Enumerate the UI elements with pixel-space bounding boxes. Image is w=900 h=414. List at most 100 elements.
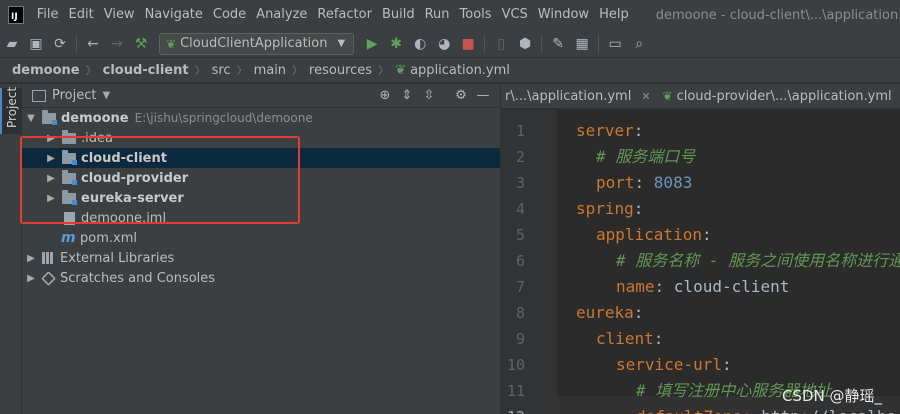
editor-tab-provider-yml[interactable]: ❦ cloud-provider\...\application.yml ✕ xyxy=(659,84,900,108)
toolbar-separator xyxy=(541,34,543,53)
tree-node-eureka-server[interactable]: ▶ eureka-server xyxy=(22,188,500,208)
sync-icon[interactable]: ⟳ xyxy=(49,33,71,55)
chevron-down-icon[interactable]: ▼ xyxy=(102,90,110,101)
tree-node-label: demoone xyxy=(61,110,129,126)
device-icon[interactable]: ▯ xyxy=(490,33,512,55)
stop-icon[interactable]: ■ xyxy=(457,33,479,55)
yaml-separator: : xyxy=(633,303,644,322)
project-structure-icon[interactable]: ▦ xyxy=(571,33,593,55)
tree-node-label: eureka-server xyxy=(81,190,184,206)
yaml-key: service-url xyxy=(616,355,722,374)
tree-node-cloud-client[interactable]: ▶ cloud-client xyxy=(22,148,500,168)
chevron-down-icon[interactable]: ▼ xyxy=(24,113,38,124)
intellij-logo-icon[interactable]: IJ xyxy=(8,6,24,24)
yaml-separator: : xyxy=(633,199,644,218)
save-icon[interactable]: ▣ xyxy=(25,33,47,55)
chevron-right-icon: 〉 xyxy=(292,64,304,77)
line-number: 12 xyxy=(501,408,525,414)
back-arrow-icon[interactable]: ← xyxy=(82,33,104,55)
menu-run[interactable]: Run xyxy=(420,0,455,30)
editor-tab-client-yml[interactable]: r\...\application.yml ✕ xyxy=(501,84,659,108)
terminal-icon[interactable]: ▭ xyxy=(604,33,626,55)
tab-label: cloud-provider\...\application.yml xyxy=(676,88,892,104)
yaml-value: cloud-client xyxy=(673,277,790,296)
tree-node-demoone-iml[interactable]: demoone.iml xyxy=(22,208,500,228)
yaml-separator: : xyxy=(634,173,654,192)
chevron-right-icon[interactable]: ▶ xyxy=(24,273,38,284)
yaml-value: 8083 xyxy=(653,173,693,192)
line-number: 5 xyxy=(515,226,525,244)
chevron-right-icon[interactable]: ▶ xyxy=(44,173,58,184)
locate-file-icon[interactable]: ⊕ xyxy=(374,88,396,103)
window-title: demoone - cloud-client\...\application.y… xyxy=(655,7,900,23)
tree-node-idea[interactable]: ▶ .idea xyxy=(22,128,500,148)
line-number: 10 xyxy=(506,356,525,374)
menu-build[interactable]: Build xyxy=(377,0,420,30)
profile-icon[interactable]: ◕ xyxy=(433,33,455,55)
code-area[interactable]: server: # 服务端口号 port: 8083 spring: applicati… xyxy=(557,110,900,414)
tree-node-pom-xml[interactable]: m pom.xml xyxy=(22,228,500,248)
sdk-manager-icon[interactable]: ⬢ xyxy=(514,33,536,55)
tree-node-external-libraries[interactable]: ▶ External Libraries xyxy=(22,248,500,268)
iml-file-icon xyxy=(64,211,75,225)
left-tool-strip: Project xyxy=(0,84,22,414)
toolbar-separator xyxy=(484,34,486,53)
search-icon[interactable]: ⌕ xyxy=(628,33,650,55)
yaml-comment: # 服务端口号 xyxy=(596,147,696,166)
menu-tools[interactable]: Tools xyxy=(455,0,497,30)
tree-node-scratches[interactable]: ▶ Scratches and Consoles xyxy=(22,268,500,288)
breadcrumb-resources[interactable]: resources xyxy=(309,63,372,78)
run-configuration-select[interactable]: ❦ CloudClientApplication ▼ xyxy=(159,32,355,55)
collapse-all-icon[interactable]: ⇳ xyxy=(418,88,440,103)
chevron-down-icon: ▼ xyxy=(337,38,346,49)
menu-file[interactable]: File xyxy=(32,0,64,30)
project-view-select[interactable]: Project xyxy=(52,88,96,103)
module-folder-icon xyxy=(62,169,77,185)
yaml-key: defaultZone xyxy=(636,407,742,414)
breadcrumb-application-yml[interactable]: ❦ application.yml xyxy=(395,63,510,78)
code-line: application: xyxy=(596,222,712,248)
debug-icon[interactable]: ✱ xyxy=(385,33,407,55)
project-tool-tab-label: Project xyxy=(5,86,19,128)
yaml-key: eureka xyxy=(576,303,634,322)
chevron-right-icon[interactable]: ▶ xyxy=(44,133,58,144)
breadcrumb-demoone[interactable]: demoone xyxy=(12,63,80,78)
module-folder-icon xyxy=(62,149,77,165)
menu-analyze[interactable]: Analyze xyxy=(251,0,312,30)
chevron-right-icon[interactable]: ▶ xyxy=(44,153,58,164)
project-tool-tab[interactable]: Project xyxy=(0,86,21,134)
breadcrumb: demoone 〉 cloud-client 〉 src 〉 main 〉 re… xyxy=(0,58,900,83)
code-line: eureka: xyxy=(576,300,643,326)
close-icon[interactable]: ✕ xyxy=(641,90,650,103)
yaml-separator: : xyxy=(701,225,712,244)
yaml-comment: # 服务名称 - 服务之间使用名称进行通 xyxy=(616,251,900,270)
open-folder-icon[interactable]: ▰ xyxy=(1,33,23,55)
run-icon[interactable]: ▶ xyxy=(361,33,383,55)
menu-navigate[interactable]: Navigate xyxy=(140,0,208,30)
menu-help[interactable]: Help xyxy=(594,0,634,30)
menu-vcs[interactable]: VCS xyxy=(497,0,533,30)
code-line: service-url: xyxy=(616,352,732,378)
tree-node-demoone[interactable]: ▼ demoone E:\jishu\springcloud\demoone xyxy=(22,108,500,128)
chevron-right-icon[interactable]: ▶ xyxy=(44,193,58,204)
menu-refactor[interactable]: Refactor xyxy=(312,0,377,30)
module-folder-icon xyxy=(62,189,77,205)
tree-node-cloud-provider[interactable]: ▶ cloud-provider xyxy=(22,168,500,188)
menu-window[interactable]: Window xyxy=(533,0,594,30)
forward-arrow-icon[interactable]: → xyxy=(106,33,128,55)
hide-icon[interactable]: — xyxy=(472,88,494,103)
settings-wrench-icon[interactable]: ✎ xyxy=(547,33,569,55)
breadcrumb-src[interactable]: src xyxy=(212,63,231,78)
menu-code[interactable]: Code xyxy=(208,0,251,30)
expand-all-icon[interactable]: ⇕ xyxy=(396,88,418,103)
menu-view[interactable]: View xyxy=(99,0,140,30)
tree-node-label: .idea xyxy=(81,130,113,146)
breadcrumb-main[interactable]: main xyxy=(254,63,286,78)
yaml-key: application xyxy=(596,225,702,244)
gear-icon[interactable]: ⚙ xyxy=(450,88,472,103)
menu-edit[interactable]: Edit xyxy=(64,0,99,30)
breadcrumb-cloud-client[interactable]: cloud-client xyxy=(103,63,189,78)
build-hammer-icon[interactable]: ⚒ xyxy=(130,33,152,55)
chevron-right-icon[interactable]: ▶ xyxy=(24,253,38,264)
coverage-icon[interactable]: ◐ xyxy=(409,33,431,55)
